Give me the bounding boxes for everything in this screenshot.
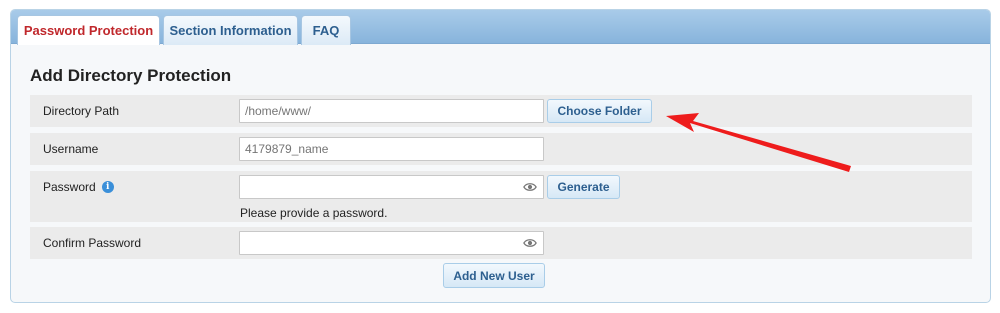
eye-icon[interactable]: [523, 181, 537, 193]
directory-path-label-text: Directory Path: [43, 104, 120, 118]
choose-folder-button[interactable]: Choose Folder: [547, 99, 652, 123]
password-input[interactable]: [245, 176, 515, 198]
password-helper-text: Please provide a password.: [240, 206, 388, 220]
directory-path-input[interactable]: [245, 100, 538, 122]
username-label-text: Username: [43, 142, 99, 156]
password-protection-panel: Password Protection Section Information …: [10, 9, 991, 303]
add-new-user-button[interactable]: Add New User: [443, 263, 545, 288]
username-input[interactable]: [245, 138, 538, 160]
password-label: Password i: [43, 180, 114, 194]
username-row: Username: [30, 133, 972, 165]
confirm-password-label: Confirm Password: [43, 236, 141, 250]
confirm-password-input[interactable]: [245, 232, 515, 254]
username-field-wrap: [239, 137, 544, 161]
eye-icon[interactable]: [523, 237, 537, 249]
directory-path-label: Directory Path: [43, 104, 119, 118]
generate-button[interactable]: Generate: [547, 175, 620, 199]
confirm-password-label-text: Confirm Password: [43, 236, 142, 250]
username-label: Username: [43, 142, 98, 156]
confirm-password-row: Confirm Password: [30, 227, 972, 259]
tab-section-information[interactable]: Section Information: [163, 15, 298, 45]
tab-bar: Password Protection Section Information …: [11, 10, 990, 45]
password-label-text: Password: [43, 180, 96, 194]
password-row: Password i Generate Please provide a pas…: [30, 171, 972, 222]
tab-faq[interactable]: FAQ: [301, 15, 351, 45]
form-title: Add Directory Protection: [30, 66, 232, 85]
tab-password-protection[interactable]: Password Protection: [17, 15, 160, 45]
password-field-wrap: [239, 175, 544, 199]
directory-path-field-wrap: [239, 99, 544, 123]
info-icon[interactable]: i: [101, 181, 114, 193]
confirm-password-field-wrap: [239, 231, 544, 255]
directory-path-row: Directory Path Choose Folder: [30, 95, 972, 127]
